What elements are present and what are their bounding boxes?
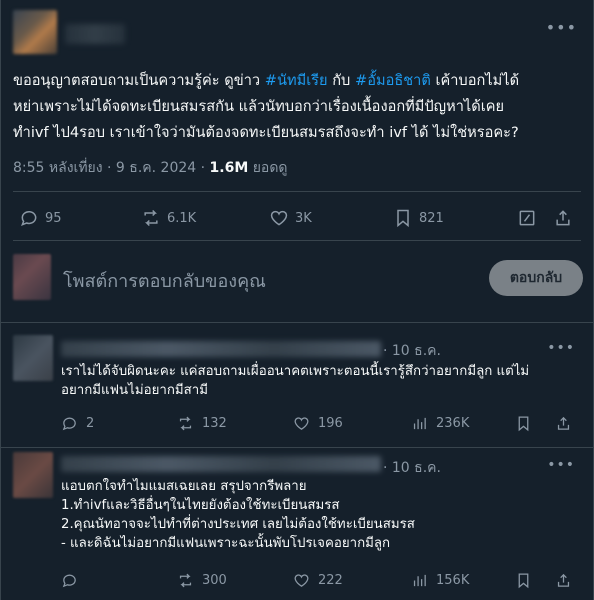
reply-submit-button[interactable]: ตอบกลับ bbox=[489, 260, 583, 296]
bookmark-action[interactable] bbox=[515, 411, 532, 435]
view-count: 1.6M bbox=[209, 160, 249, 176]
repost-action[interactable]: 6.1K bbox=[141, 200, 196, 236]
bookmark-action[interactable]: 821 bbox=[393, 200, 444, 236]
like-count: 3K bbox=[295, 210, 312, 226]
share-icon bbox=[556, 210, 570, 226]
author-avatar[interactable] bbox=[13, 10, 57, 54]
reply-count: 2 bbox=[86, 415, 95, 431]
post-text-line-2: หย่าเพราะไม่ได้จดทะเบียนสมรสกัน แล้วนัทบ… bbox=[13, 98, 505, 115]
reply-icon bbox=[62, 574, 76, 587]
like-count: 222 bbox=[318, 572, 343, 588]
reply-count: 95 bbox=[45, 210, 62, 226]
reply-item[interactable]: · 10 ธ.ค. ••• แอบตกใจทำไมแมสเฉยเลย สรุปจ… bbox=[1, 448, 594, 600]
post-text: ขออนุญาตสอบถามเป็นความรู้ค่ะ ดูข่าว #นัท… bbox=[13, 68, 583, 146]
heart-icon bbox=[294, 573, 309, 587]
reply-author-name-redacted bbox=[61, 456, 381, 472]
repost-action[interactable]: 132 bbox=[177, 411, 227, 435]
post-text-line-3: ทำivf ไป4รอบ เราเข้าใจว่ามันต้องจดทะเบีย… bbox=[13, 124, 519, 141]
reply-author-avatar[interactable] bbox=[13, 335, 53, 381]
grok-action[interactable] bbox=[517, 200, 537, 236]
like-action[interactable]: 196 bbox=[293, 411, 343, 435]
analytics-icon bbox=[413, 417, 426, 429]
share-action[interactable] bbox=[555, 568, 572, 592]
like-action[interactable]: 222 bbox=[293, 568, 343, 592]
post-text-line-1: ขออนุญาตสอบถามเป็นความรู้ค่ะ ดูข่าว #นัท… bbox=[13, 72, 520, 89]
reply-text: แอบตกใจทำไมแมสเฉยเลย สรุปจากรีพลาย 1.ทำi… bbox=[61, 479, 415, 551]
analytics-icon bbox=[413, 574, 426, 586]
reply-input[interactable]: โพสต์การตอบกลับของคุณ bbox=[63, 266, 266, 295]
repost-icon bbox=[144, 209, 158, 227]
repost-count: 300 bbox=[202, 572, 227, 588]
reply-date[interactable]: · 10 ธ.ค. bbox=[383, 457, 441, 479]
like-action[interactable]: 3K bbox=[269, 200, 312, 236]
share-action[interactable] bbox=[555, 411, 572, 435]
bookmark-count: 821 bbox=[419, 210, 444, 226]
heart-icon bbox=[294, 416, 309, 430]
reply-more-options-icon[interactable]: ••• bbox=[547, 340, 575, 356]
view-count-label: ยอดดู bbox=[248, 160, 288, 176]
hashtag-link[interactable]: #นัทมีเรีย bbox=[265, 72, 328, 89]
reply-action[interactable]: 95 bbox=[19, 200, 62, 236]
hashtag-link[interactable]: #อั้มอธิชาติ bbox=[355, 72, 431, 89]
like-count: 196 bbox=[318, 415, 343, 431]
view-count: 156K bbox=[436, 572, 470, 588]
repost-icon bbox=[179, 416, 192, 430]
post-action-bar: 95 6.1K 3K 821 bbox=[13, 200, 583, 236]
reply-more-options-icon[interactable]: ••• bbox=[547, 457, 575, 473]
share-icon bbox=[557, 573, 570, 587]
reply-action[interactable] bbox=[61, 568, 86, 592]
repost-icon bbox=[179, 573, 192, 587]
reply-action-bar: 2 132 196 236K bbox=[61, 411, 581, 435]
bookmark-icon bbox=[518, 415, 529, 431]
bookmark-action[interactable] bbox=[515, 568, 532, 592]
user-avatar[interactable] bbox=[13, 254, 51, 300]
reply-author-name-redacted bbox=[61, 341, 381, 357]
heart-icon bbox=[270, 210, 288, 226]
page: ••• ขออนุญาตสอบถามเป็นความรู้ค่ะ ดูข่าว … bbox=[0, 0, 594, 600]
reply-icon bbox=[62, 417, 76, 430]
reply-author-avatar[interactable] bbox=[13, 452, 53, 498]
repost-action[interactable]: 300 bbox=[177, 568, 227, 592]
reply-action[interactable]: 2 bbox=[61, 411, 94, 435]
reply-icon bbox=[21, 211, 37, 226]
bookmark-icon bbox=[518, 572, 529, 588]
views-action[interactable]: 156K bbox=[411, 568, 469, 592]
views-action[interactable]: 236K bbox=[411, 411, 469, 435]
reply-composer: โพสต์การตอบกลับของคุณ ตอบกลับ bbox=[1, 248, 594, 308]
share-action[interactable] bbox=[553, 200, 573, 236]
more-options-icon[interactable]: ••• bbox=[546, 18, 577, 37]
post-header: ••• bbox=[13, 8, 583, 54]
reply-date[interactable]: · 10 ธ.ค. bbox=[383, 340, 441, 362]
post-time[interactable]: 8:55 หลังเที่ยง · 9 ธ.ค. 2024 · bbox=[13, 160, 210, 176]
divider bbox=[13, 240, 581, 241]
author-name-redacted bbox=[65, 24, 125, 44]
repost-count: 6.1K bbox=[167, 210, 197, 226]
repost-count: 132 bbox=[202, 415, 227, 431]
view-count: 236K bbox=[436, 415, 470, 431]
post-timestamp: 8:55 หลังเที่ยง · 9 ธ.ค. 2024 · 1.6M ยอด… bbox=[13, 157, 288, 179]
reply-text: เราไม่ได้จับผิดนะคะ แค่สอบถามเผื่ออนาคตเ… bbox=[61, 364, 530, 398]
share-icon bbox=[557, 416, 570, 430]
reply-action-bar: 300 222 156K bbox=[61, 568, 581, 592]
grok-icon bbox=[519, 210, 535, 226]
reply-item[interactable]: · 10 ธ.ค. ••• เราไม่ได้จับผิดนะคะ แค่สอบ… bbox=[1, 323, 594, 447]
divider bbox=[13, 191, 581, 192]
bookmark-icon bbox=[397, 209, 409, 228]
